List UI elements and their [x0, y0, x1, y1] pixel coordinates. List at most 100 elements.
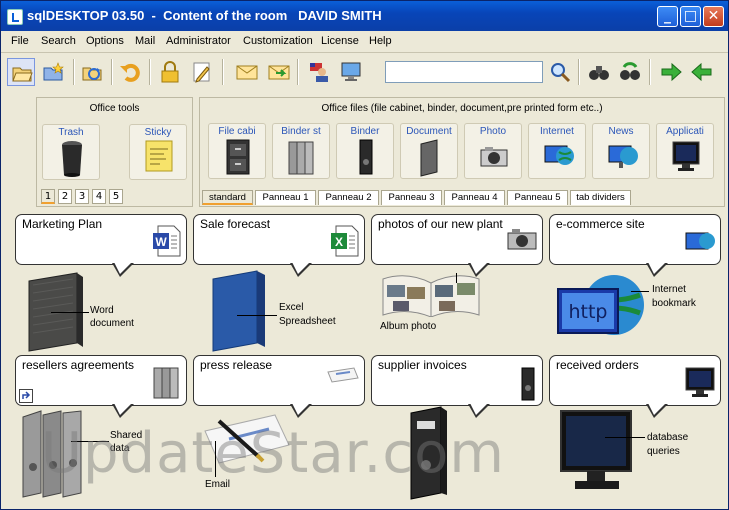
file-item-news[interactable]: News [592, 123, 650, 179]
page-tab-5[interactable]: 5 [109, 189, 123, 204]
file-cabinet-icon [226, 139, 250, 175]
internet-globe-icon [544, 145, 574, 165]
file-item-file-cabinet[interactable]: File cabi [208, 123, 266, 179]
tab-panneau-1[interactable]: Panneau 1 [255, 190, 316, 205]
menu-administrator[interactable]: Administrator [166, 35, 231, 47]
tool-sticky[interactable]: Sticky [129, 124, 187, 180]
monitor-icon[interactable] [337, 58, 365, 86]
desktop-item-received-orders[interactable]: received orders [549, 355, 721, 418]
app-window: sqlDESKTOP 03.50 - Content of the room D… [0, 0, 729, 510]
bubble-tail [112, 262, 134, 277]
maximize-button[interactable]: □ [680, 6, 701, 27]
refresh-folder-icon[interactable] [78, 58, 106, 86]
desktop-item-marketing-plan[interactable]: Marketing Plan W [15, 214, 187, 277]
open-folder-icon[interactable] [7, 58, 35, 86]
camera-icon [507, 229, 537, 250]
file-item-label: News [608, 126, 634, 137]
bubble-tail [112, 403, 134, 418]
shortcut-arrow-icon [19, 389, 33, 403]
tab-tab-dividers[interactable]: tab dividers [570, 190, 631, 205]
menu-options[interactable]: Options [86, 35, 124, 47]
item-note: Album photo [380, 321, 437, 332]
menu-customization[interactable]: Customization [243, 35, 313, 47]
undo-icon[interactable] [116, 58, 144, 86]
item-note: Internet bookmark [652, 284, 696, 309]
title-bar[interactable]: sqlDESKTOP 03.50 - Content of the room D… [1, 1, 728, 31]
file-item-photo[interactable]: Photo [464, 123, 522, 179]
search-input[interactable] [385, 61, 543, 83]
file-item-label: Document [406, 126, 452, 137]
office-tools-title: Office tools [89, 103, 140, 114]
menu-file[interactable]: File [11, 35, 29, 47]
minimize-button[interactable]: _ [657, 6, 678, 27]
file-item-internet[interactable]: Internet [528, 123, 586, 179]
tab-panneau-4[interactable]: Panneau 4 [444, 190, 505, 205]
desktop-item-sale-forecast[interactable]: Sale forecast X [193, 214, 365, 277]
internet-globe-icon [685, 232, 715, 250]
close-button[interactable]: ✕ [703, 6, 724, 27]
binder-stack-icon [153, 367, 179, 399]
leader-line [237, 315, 277, 316]
desktop-item-label: received orders [556, 358, 639, 372]
window-title: sqlDESKTOP 03.50 - Content of the room D… [27, 8, 382, 23]
page-tab-1[interactable]: 1 [41, 189, 55, 204]
back-arrow-icon[interactable] [688, 58, 716, 86]
file-item-label: Applicati [666, 126, 704, 137]
lock-icon[interactable] [156, 58, 184, 86]
http-text: http [568, 301, 607, 323]
forward-arrow-icon[interactable] [657, 58, 685, 86]
user-flag-icon[interactable] [305, 58, 333, 86]
mail-icon[interactable] [233, 58, 261, 86]
binoculars-refresh-icon[interactable] [616, 58, 644, 86]
mail-forward-icon[interactable] [265, 58, 293, 86]
file-item-document[interactable]: Document [400, 123, 458, 179]
desktop-item-ecommerce[interactable]: e-commerce site [549, 214, 721, 277]
excel-spreadsheet-art [212, 270, 265, 352]
photo-album-art [382, 275, 480, 317]
file-item-label: Binder st [281, 126, 321, 137]
item-note: Word document [90, 305, 134, 329]
menu-mail[interactable]: Mail [135, 35, 155, 47]
file-item-binder-stack[interactable]: Binder st [272, 123, 330, 179]
menu-search[interactable]: Search [41, 35, 76, 47]
desktop-item-press-release[interactable]: press release [193, 355, 365, 418]
java-app-icon [7, 9, 23, 25]
tab-standard[interactable]: standard [202, 190, 253, 205]
binder-icon [359, 139, 373, 175]
excel-spreadsheet-icon: X [331, 225, 359, 257]
binoculars-icon[interactable] [585, 58, 613, 86]
menu-help[interactable]: Help [369, 35, 392, 47]
leader-line [631, 291, 649, 292]
menu-bar: File Search Options Mail Administrator C… [1, 31, 728, 53]
desktop-item-resellers[interactable]: resellers agreements [15, 355, 187, 418]
desktop-item-label: resellers agreements [22, 358, 135, 372]
tool-trash-label: Trash [58, 127, 84, 138]
desktop-item-photos[interactable]: photos of our new plant [371, 214, 543, 277]
watermark: UpdateStar.com [41, 421, 505, 486]
file-item-binder[interactable]: Binder [336, 123, 394, 179]
tab-panneau-3[interactable]: Panneau 3 [381, 190, 442, 205]
toolbar-separator [222, 59, 224, 85]
pencil-icon[interactable] [188, 58, 216, 86]
search-magnifier-icon[interactable] [546, 58, 574, 86]
sticky-note-icon [145, 140, 173, 172]
folder-star-icon[interactable] [39, 58, 67, 86]
file-item-label: File cabi [218, 126, 256, 137]
tab-panneau-5[interactable]: Panneau 5 [507, 190, 568, 205]
news-globe-icon [608, 145, 638, 168]
desktop-item-supplier-invoices[interactable]: supplier invoices [371, 355, 543, 418]
page-tab-3[interactable]: 3 [75, 189, 89, 204]
file-item-application[interactable]: Applicati [656, 123, 714, 179]
file-item-label: Photo [479, 126, 507, 137]
menu-license[interactable]: License [321, 35, 359, 47]
word-letter: W [155, 235, 167, 249]
tool-trash[interactable]: Trash [42, 124, 100, 180]
toolbar [1, 53, 728, 93]
toolbar-separator [73, 59, 75, 85]
page-tab-2[interactable]: 2 [58, 189, 72, 204]
tab-panneau-2[interactable]: Panneau 2 [318, 190, 379, 205]
bubble-tail [646, 262, 668, 277]
toolbar-separator [297, 59, 299, 85]
page-tab-4[interactable]: 4 [92, 189, 106, 204]
application-monitor-icon [672, 141, 700, 171]
